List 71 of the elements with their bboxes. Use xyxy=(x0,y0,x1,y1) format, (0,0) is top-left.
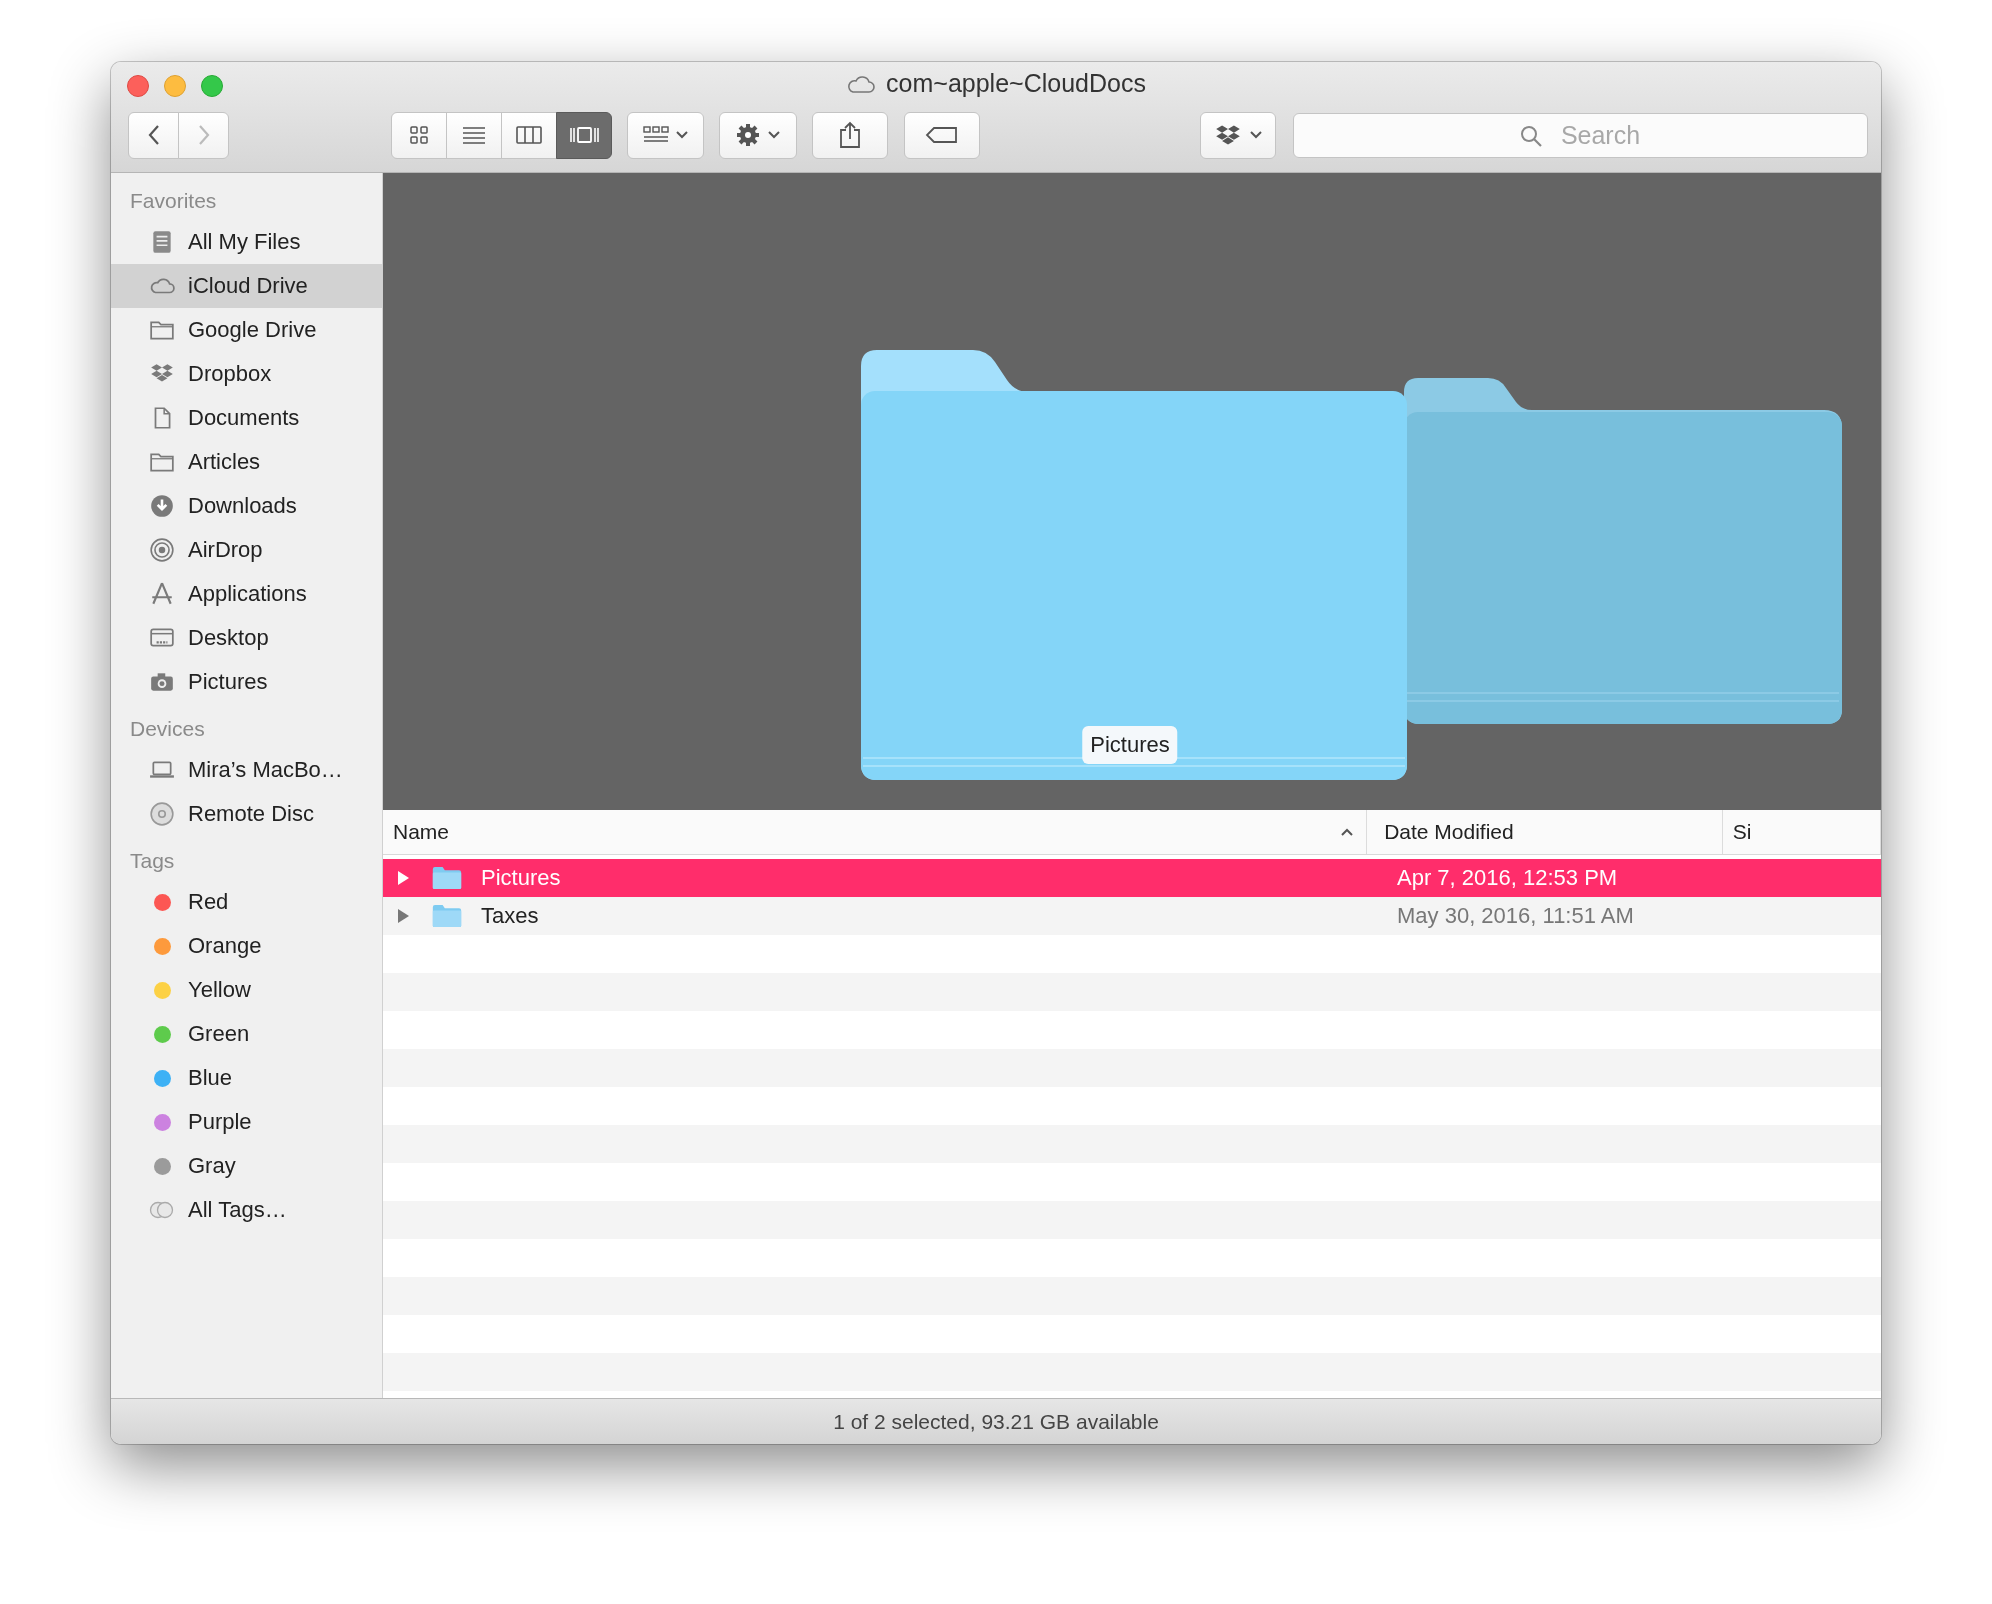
file-name: Taxes xyxy=(481,903,539,929)
sidebar-item[interactable]: Purple xyxy=(111,1100,382,1144)
sidebar-item[interactable]: Desktop xyxy=(111,616,382,660)
sidebar-item[interactable]: Mira’s MacBo… xyxy=(111,748,382,792)
date-modified: Apr 7, 2016, 12:53 PM xyxy=(1396,865,1618,891)
sidebar-item[interactable]: Pictures xyxy=(111,660,382,704)
status-text: 1 of 2 selected, 93.21 GB available xyxy=(833,1409,1159,1434)
tag-icon xyxy=(925,126,959,144)
search-field[interactable]: Search xyxy=(1293,112,1868,158)
sidebar-heading: Devices xyxy=(130,717,206,742)
sidebar-item[interactable]: Articles xyxy=(111,440,382,484)
cover-flow-icon xyxy=(568,125,600,145)
file-row[interactable]: Pictures Apr 7, 2016, 12:53 PM xyxy=(383,859,1881,897)
sidebar-item[interactable]: Applications xyxy=(111,572,382,616)
zoom-button[interactable] xyxy=(201,75,223,97)
caret-icon xyxy=(767,130,781,140)
sidebar-item[interactable]: Google Drive xyxy=(111,308,382,352)
sidebar-item[interactable]: Documents xyxy=(111,396,382,440)
applications-icon xyxy=(149,581,175,607)
column-header[interactable]: Si xyxy=(1722,810,1881,854)
icon-view-button[interactable] xyxy=(391,111,447,159)
column-header[interactable]: Name xyxy=(383,810,1368,854)
cover-flow-button[interactable] xyxy=(556,111,612,159)
close-button[interactable] xyxy=(127,75,149,97)
column-view-icon xyxy=(515,125,543,145)
folder-icon xyxy=(431,904,463,928)
cloud-icon xyxy=(846,73,877,94)
disclosure-triangle-icon[interactable] xyxy=(395,908,411,924)
grid-icon xyxy=(642,125,669,145)
window-title: com~apple~CloudDocs xyxy=(886,69,1146,98)
share-icon xyxy=(839,121,861,149)
sidebar-item[interactable]: Green xyxy=(111,1012,382,1056)
column-view-button[interactable] xyxy=(501,111,557,159)
sidebar-heading: Tags xyxy=(130,849,176,874)
list-view-button[interactable] xyxy=(446,111,502,159)
caret-icon xyxy=(674,130,689,140)
folder-icon xyxy=(431,866,463,890)
icon-view-icon xyxy=(409,125,429,145)
column-header[interactable]: Date Modified xyxy=(1367,810,1723,854)
disc-icon xyxy=(149,801,175,827)
folder-preview-label: Pictures xyxy=(1082,726,1178,764)
sidebar-item[interactable]: Orange xyxy=(111,924,382,968)
file-name: Pictures xyxy=(481,865,561,891)
dropbox-button[interactable] xyxy=(1200,111,1276,159)
sidebar-item[interactable]: Gray xyxy=(111,1144,382,1188)
sidebar-item[interactable]: All Tags… xyxy=(111,1188,382,1232)
disclosure-triangle-icon[interactable] xyxy=(395,870,411,886)
tag-button[interactable] xyxy=(904,111,980,159)
tags-icon xyxy=(149,1200,175,1220)
sidebar-item[interactable]: Remote Disc xyxy=(111,792,382,836)
back-chevron-icon xyxy=(146,123,161,147)
sidebar-item[interactable]: Red xyxy=(111,880,382,924)
action-button[interactable] xyxy=(719,111,797,159)
sidebar-item[interactable]: Downloads xyxy=(111,484,382,528)
back-button[interactable] xyxy=(128,111,179,159)
sidebar-heading: Favorites xyxy=(130,189,218,214)
file-row[interactable]: Taxes May 30, 2016, 11:51 AM xyxy=(383,897,1881,935)
sidebar-item[interactable]: iCloud Drive xyxy=(111,264,382,308)
forward-chevron-icon xyxy=(196,123,211,147)
sidebar-item[interactable]: Yellow xyxy=(111,968,382,1012)
gear-icon xyxy=(735,122,761,148)
date-modified: May 30, 2016, 11:51 AM xyxy=(1396,903,1634,929)
caret-icon xyxy=(1249,130,1263,140)
download-icon xyxy=(149,493,175,519)
arrange-button[interactable] xyxy=(627,111,704,159)
sidebar-item[interactable]: All My Files xyxy=(111,220,382,264)
share-button[interactable] xyxy=(812,111,888,159)
list-view-icon xyxy=(461,125,487,145)
sidebar-item[interactable]: Blue xyxy=(111,1056,382,1100)
sidebar-item[interactable]: Dropbox xyxy=(111,352,382,396)
sidebar-item[interactable]: AirDrop xyxy=(111,528,382,572)
